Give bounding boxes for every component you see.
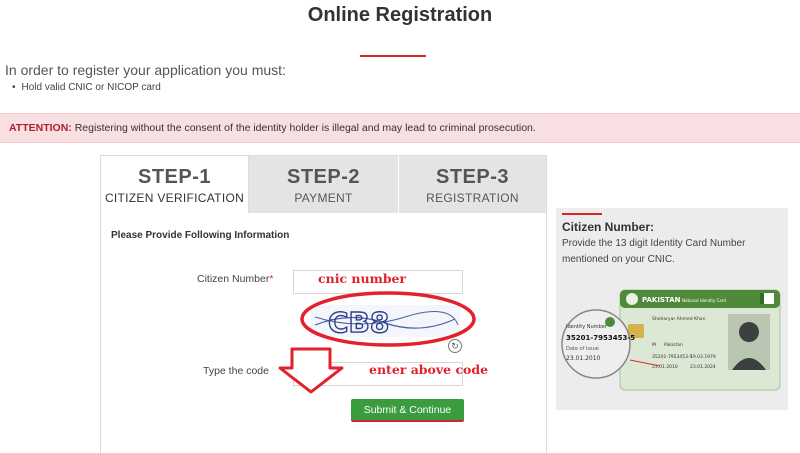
tab-step-label: REGISTRATION (426, 191, 519, 205)
annotation-code: enter above code (369, 362, 489, 377)
card-subtitle: National Identity Card (682, 298, 726, 303)
card-country-of-stay: Pakistan (664, 342, 683, 348)
tab-step-1[interactable]: STEP-1 CITIZEN VERIFICATION (100, 155, 249, 213)
emblem-icon (626, 293, 638, 305)
captcha-text: CB8 (328, 306, 389, 337)
page-title: Online Registration (307, 4, 493, 26)
cnic-card-illustration: PAKISTAN National Identity Card Sheharya… (561, 289, 781, 391)
tab-step-number: STEP-2 (286, 166, 361, 188)
required-mark: * (269, 273, 274, 285)
card-country: PAKISTAN (642, 296, 681, 304)
tab-step-number: STEP-3 (435, 166, 510, 188)
annotation-cnic: cnic number (318, 271, 407, 286)
submit-continue-button[interactable]: Submit & Continue (351, 399, 464, 422)
help-panel-title: Citizen Number: (562, 220, 655, 234)
help-panel-text: Provide the 13 digit Identity Card Numbe… (562, 238, 746, 265)
attention-label: ATTENTION: (9, 122, 72, 134)
tab-step-number: STEP-1 (137, 166, 212, 188)
portrait-icon (739, 322, 759, 342)
help-panel-accent (562, 213, 602, 215)
citizen-number-label-text: Citizen Number (197, 273, 270, 285)
title-underline (360, 55, 426, 57)
card-expiry: 23.01.2024 (690, 364, 716, 370)
attention-banner: ATTENTION: Registering without the conse… (0, 113, 800, 143)
attention-text: Registering without the consent of the i… (74, 122, 536, 134)
code-label: Type the code (203, 365, 269, 377)
card-dob: 19.03.1979 (690, 354, 716, 360)
tab-step-2[interactable]: STEP-2 PAYMENT (249, 155, 399, 213)
card-name: Sheharyar Ahmed Khan (652, 316, 706, 322)
tab-step-label: PAYMENT (294, 191, 353, 205)
citizen-number-label: Citizen Number* (197, 273, 273, 285)
captcha-image: CB8 (310, 305, 460, 337)
card-id-small: 35201-7953453-5 (652, 354, 693, 360)
tab-step-3[interactable]: STEP-3 REGISTRATION (399, 155, 547, 213)
requirement-text: Hold valid CNIC or NICOP card (21, 82, 161, 93)
refresh-icon[interactable]: ↻ (448, 339, 462, 353)
requirement-item: • Hold valid CNIC or NICOP card (12, 82, 161, 93)
bullet-icon: • (12, 82, 16, 93)
magnifier-circle (561, 309, 631, 379)
card-date-value: 23.01.2010 (566, 355, 601, 362)
card-id-label: Identity Number (566, 324, 608, 330)
card-id-number: 35201-7953453-5 (566, 334, 635, 342)
tab-step-label: CITIZEN VERIFICATION (104, 191, 245, 205)
intro-text: In order to register your application yo… (5, 62, 286, 78)
card-date-label: Date of Issue (566, 346, 599, 352)
form-heading: Please Provide Following Information (111, 230, 290, 241)
card-gender: M (652, 342, 656, 348)
